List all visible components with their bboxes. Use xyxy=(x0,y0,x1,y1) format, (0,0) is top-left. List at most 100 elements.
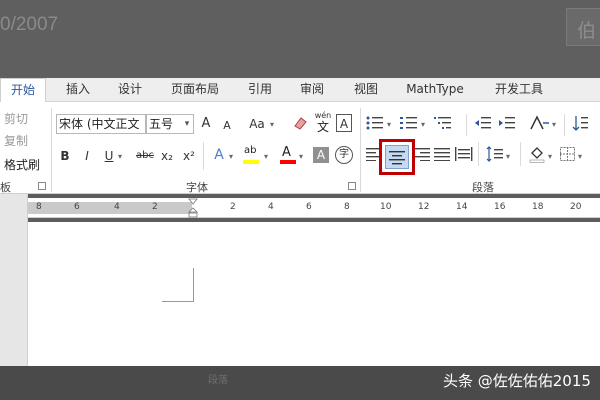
align-center-button[interactable] xyxy=(385,145,409,169)
ruler-number: 18 xyxy=(532,202,544,212)
font-color-button[interactable]: A xyxy=(279,145,297,167)
chevron-down-icon[interactable]: ▾ xyxy=(270,120,274,129)
window-title: 0/2007 xyxy=(0,14,59,35)
tab-references[interactable]: 引用 xyxy=(240,78,280,102)
status-text: 段落 xyxy=(208,375,228,386)
chevron-down-icon[interactable]: ▾ xyxy=(299,152,303,161)
title-box: 伯 xyxy=(566,8,600,46)
align-right-icon[interactable] xyxy=(414,147,430,161)
ruler-number: 8 xyxy=(36,202,42,212)
paragraph-group-label: 段落 xyxy=(472,181,494,194)
font-dialog-launcher[interactable] xyxy=(348,182,356,190)
grow-font-button[interactable]: A xyxy=(198,114,214,134)
copy-button[interactable]: 复制 xyxy=(4,132,28,149)
horizontal-ruler[interactable]: 8 6 4 2 2 4 6 8 10 12 14 16 18 20 xyxy=(28,198,600,218)
superscript-button[interactable]: x² xyxy=(180,146,198,166)
group-separator xyxy=(520,142,521,166)
group-separator xyxy=(360,108,361,192)
chevron-down-icon[interactable]: ▾ xyxy=(181,115,193,133)
title-bar: 0/2007 伯 xyxy=(0,0,600,78)
chevron-down-icon[interactable]: ▾ xyxy=(421,120,425,129)
decrease-indent-icon[interactable] xyxy=(474,115,492,131)
text-effects-button[interactable]: A xyxy=(211,145,227,165)
tab-developer[interactable]: 开发工具 xyxy=(484,78,554,102)
strikethrough-button[interactable]: abc xyxy=(134,146,156,166)
char-border-button[interactable]: A xyxy=(336,114,352,132)
title-box-text: 伯 xyxy=(577,20,597,42)
cut-button[interactable]: 剪切 xyxy=(4,110,28,127)
ruler-number: 2 xyxy=(230,202,236,212)
enclose-char-button[interactable]: 字 xyxy=(335,146,353,164)
align-center-highlight xyxy=(379,139,415,175)
justify-icon[interactable] xyxy=(434,147,450,161)
distributed-icon[interactable] xyxy=(455,146,473,162)
clear-format-icon[interactable] xyxy=(292,115,308,131)
subscript-button[interactable]: x₂ xyxy=(158,146,176,166)
font-color-bar xyxy=(280,160,296,164)
chinese-layout-icon[interactable] xyxy=(528,114,550,132)
font-name-box[interactable]: 宋体 (中文正文 xyxy=(56,114,146,134)
document-page[interactable] xyxy=(28,222,600,366)
phonetic-guide-button[interactable]: wén 文 xyxy=(313,111,333,135)
group-separator xyxy=(466,114,467,136)
change-case-button[interactable]: Aa xyxy=(246,114,268,134)
ruler-number: 4 xyxy=(114,202,120,212)
tab-home[interactable]: 开始 xyxy=(0,78,46,103)
phonetic-bottom: 文 xyxy=(316,120,329,134)
chevron-down-icon[interactable]: ▾ xyxy=(264,152,268,161)
ruler-number: 16 xyxy=(494,202,506,212)
font-color-label: A xyxy=(282,145,291,160)
borders-icon[interactable] xyxy=(560,147,576,161)
watermark: 头条 @佐佐佑佑2015 xyxy=(443,372,591,390)
chevron-down-icon[interactable]: ▾ xyxy=(229,152,233,161)
font-group-label: 字体 xyxy=(186,181,208,194)
chevron-down-icon[interactable]: ▾ xyxy=(552,120,556,129)
font-size-box[interactable]: 五号 ▾ xyxy=(146,114,194,134)
ruler-margin xyxy=(28,202,192,214)
chevron-down-icon[interactable]: ▾ xyxy=(506,152,510,161)
shrink-font-button[interactable]: A xyxy=(220,116,234,136)
chevron-down-icon[interactable]: ▾ xyxy=(548,152,552,161)
clipboard-dialog-launcher[interactable] xyxy=(38,182,46,190)
tab-design[interactable]: 设计 xyxy=(110,78,150,102)
group-separator xyxy=(51,108,52,192)
status-bar: 段落 头条 @佐佐佑佑2015 xyxy=(0,366,600,400)
ruler-number: 8 xyxy=(344,202,350,212)
tab-layout[interactable]: 页面布局 xyxy=(165,78,225,102)
underline-button[interactable]: U xyxy=(102,146,116,166)
sort-icon[interactable] xyxy=(572,114,590,132)
format-painter-button[interactable]: 格式刷 xyxy=(4,156,40,173)
indent-marker-icon[interactable] xyxy=(188,198,198,218)
group-separator xyxy=(478,142,479,166)
font-name-value: 宋体 (中文正文 xyxy=(59,117,140,131)
increase-indent-icon[interactable] xyxy=(498,115,516,131)
tab-insert[interactable]: 插入 xyxy=(58,78,98,102)
ruler-number: 20 xyxy=(570,202,582,212)
bold-button[interactable]: B xyxy=(58,146,72,166)
group-separator xyxy=(203,142,204,170)
numbering-icon[interactable] xyxy=(400,115,418,131)
bullets-icon[interactable] xyxy=(366,115,384,131)
italic-button[interactable]: I xyxy=(80,146,94,166)
line-spacing-icon[interactable] xyxy=(486,146,504,162)
char-shading-button[interactable]: A xyxy=(313,147,329,163)
shading-bucket-icon[interactable] xyxy=(528,145,546,163)
highlight-button[interactable]: ab xyxy=(242,145,262,167)
chevron-down-icon[interactable]: ▾ xyxy=(118,152,122,161)
ribbon: 剪切 复制 格式刷 板 宋体 (中文正文 五号 ▾ A A Aa ▾ wén 文… xyxy=(0,102,600,194)
highlight-color-bar xyxy=(243,160,259,164)
ruler-number: 4 xyxy=(268,202,274,212)
chevron-down-icon[interactable]: ▾ xyxy=(578,152,582,161)
group-separator xyxy=(564,114,565,136)
chevron-down-icon[interactable]: ▾ xyxy=(387,120,391,129)
multilevel-list-icon[interactable] xyxy=(434,115,452,131)
tab-review[interactable]: 审阅 xyxy=(292,78,332,102)
clipboard-group-label: 板 xyxy=(0,181,11,194)
font-size-value: 五号 xyxy=(149,117,174,131)
ruler-number: 12 xyxy=(418,202,430,212)
tab-view[interactable]: 视图 xyxy=(346,78,386,102)
vertical-ruler xyxy=(0,194,28,368)
phonetic-top: wén xyxy=(314,111,332,120)
align-center-icon xyxy=(389,151,405,165)
tab-mathtype[interactable]: MathType xyxy=(400,78,470,102)
